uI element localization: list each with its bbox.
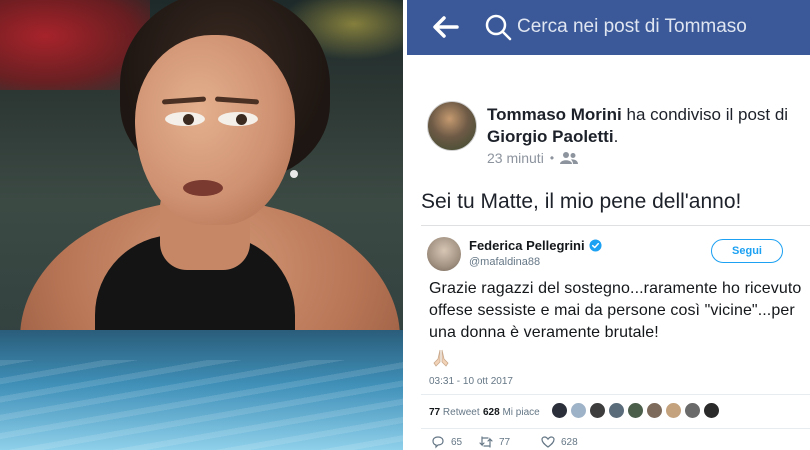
- tweet-stats: 77 Retweet 628 Mi piace: [421, 394, 810, 429]
- liker-avatar[interactable]: [684, 402, 701, 419]
- praying-hands-icon: [431, 349, 451, 367]
- left-eye: [165, 112, 205, 126]
- post-meta: 23 minuti •: [487, 150, 579, 166]
- post-header: Tommaso Morini ha condiviso il post di G…: [487, 105, 789, 146]
- liker-avatar[interactable]: [570, 402, 587, 419]
- water-ripples: [0, 360, 403, 450]
- tweet-author[interactable]: Federica Pellegrini: [469, 238, 602, 253]
- facebook-search-bar: Cerca nei post di Tommaso: [407, 0, 810, 55]
- earring: [290, 170, 298, 178]
- liker-avatar[interactable]: [608, 402, 625, 419]
- liker-avatar[interactable]: [665, 402, 682, 419]
- liker-avatar[interactable]: [551, 402, 568, 419]
- like-button[interactable]: 628: [541, 435, 578, 449]
- tweet-date[interactable]: 03:31 - 10 ott 2017: [429, 376, 513, 387]
- tweet-avatar[interactable]: [427, 237, 461, 271]
- retweet-button[interactable]: 77: [479, 435, 510, 449]
- reply-icon: [432, 436, 444, 449]
- retweet-stat[interactable]: 77 Retweet: [429, 407, 480, 418]
- screenshot-root: Cerca nei post di Tommaso Tommaso Morini…: [0, 0, 810, 450]
- likers-avatars: [551, 402, 720, 419]
- liker-avatar[interactable]: [703, 402, 720, 419]
- back-button[interactable]: [427, 10, 463, 44]
- search-icon[interactable]: [483, 12, 513, 42]
- tweet-actions: 65 77 628: [421, 432, 810, 450]
- shared-text: ha condiviso il post di: [626, 105, 789, 124]
- tweet-text: Grazie ragazzi del sostegno...raramente …: [429, 280, 802, 341]
- facebook-panel: Cerca nei post di Tommaso Tommaso Morini…: [407, 0, 810, 450]
- embedded-tweet: Federica Pellegrini @mafaldina88 Segui G…: [421, 225, 810, 450]
- liker-avatar[interactable]: [627, 402, 644, 419]
- tweet-handle: @mafaldina88: [469, 256, 541, 268]
- retweet-icon: [479, 436, 493, 448]
- follow-button[interactable]: Segui: [711, 239, 783, 263]
- tweet-author-name: Federica Pellegrini: [469, 238, 585, 253]
- verified-badge-icon: [589, 239, 602, 252]
- friends-icon: [560, 151, 579, 165]
- likes-stat[interactable]: 628 Mi piace: [483, 407, 540, 418]
- post-time[interactable]: 23 minuti: [487, 150, 544, 166]
- right-eye: [218, 112, 258, 126]
- liker-avatar[interactable]: [589, 402, 606, 419]
- back-arrow-icon: [433, 16, 459, 38]
- author-avatar[interactable]: [427, 101, 477, 151]
- swimmer-mouth: [183, 180, 223, 196]
- author-name-link[interactable]: Tommaso Morini: [487, 105, 622, 124]
- liker-avatar[interactable]: [646, 402, 663, 419]
- heart-icon: [541, 436, 555, 448]
- meta-separator: •: [549, 151, 555, 165]
- swimmer-face: [135, 35, 295, 225]
- search-input[interactable]: Cerca nei post di Tommaso: [517, 8, 802, 46]
- original-author-link[interactable]: Giorgio Paoletti: [487, 127, 614, 146]
- reply-button[interactable]: 65: [431, 435, 462, 449]
- swimmer-photo: [0, 0, 403, 450]
- post-body: Sei tu Matte, il mio pene dell'anno!: [421, 190, 742, 213]
